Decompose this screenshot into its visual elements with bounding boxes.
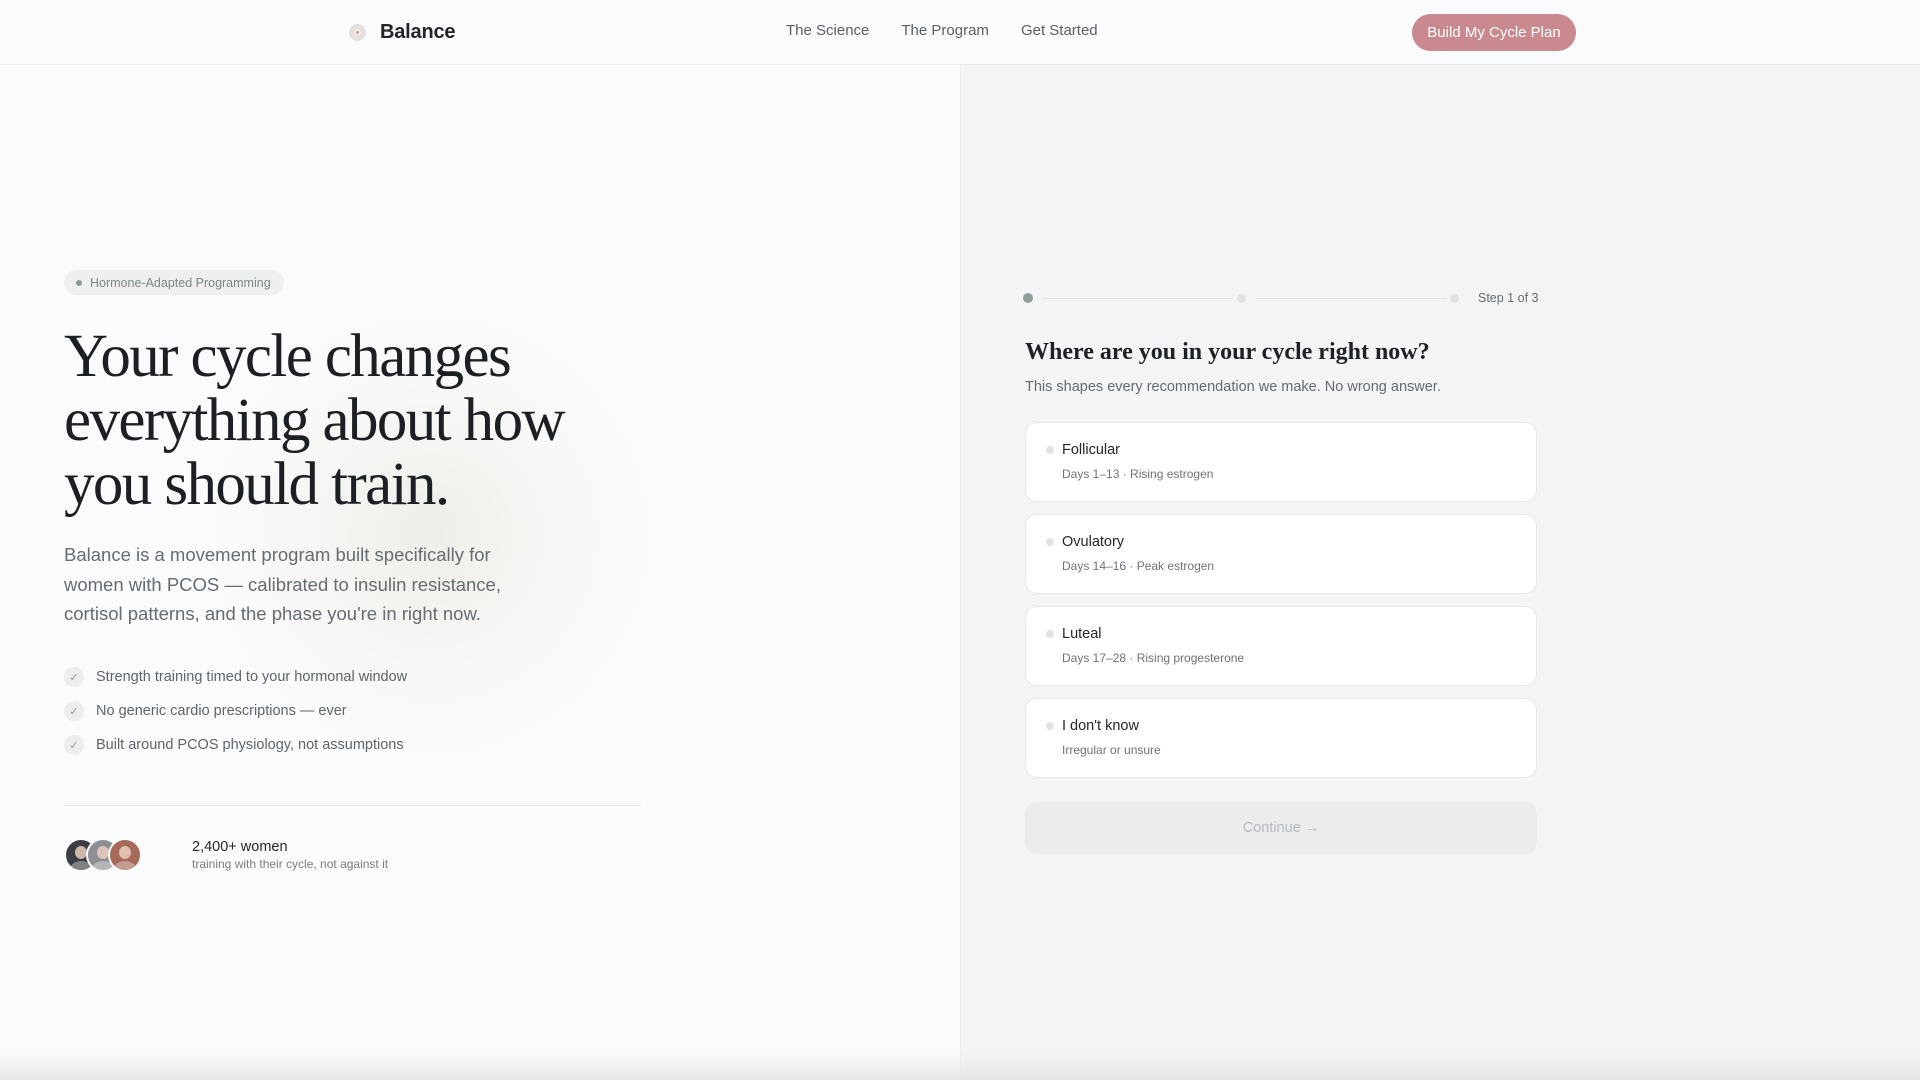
feature-text: Strength training timed to your hormonal… (96, 669, 408, 685)
step-dot (1237, 294, 1246, 303)
feature-item: ✓ No generic cardio prescriptions — ever (64, 700, 407, 722)
option-subtitle: Irregular or unsure (1062, 743, 1161, 757)
nav-link-program[interactable]: The Program (901, 22, 989, 39)
hero-title: Your cycle changes everything about how … (64, 325, 624, 517)
check-icon: ✓ (64, 667, 84, 687)
continue-button[interactable]: Continue → (1025, 802, 1537, 854)
radio-indicator-icon (1046, 630, 1054, 638)
quiz-question: Where are you in your cycle right now? (1025, 339, 1430, 365)
option-ovulatory[interactable]: Ovulatory Days 14–16 · Peak estrogen (1025, 514, 1537, 594)
badge-dot-icon (76, 279, 82, 286)
cycle-quiz-panel: Where are you in your cycle right now? T… (960, 65, 1920, 1080)
option-title: I don't know (1062, 718, 1139, 734)
check-icon: ✓ (64, 701, 84, 721)
step-indicator-label: Step 1 of 3 (1478, 291, 1539, 305)
social-proof-count: 2,400+ women (192, 839, 288, 855)
feature-text: No generic cardio prescriptions — ever (96, 703, 347, 719)
step-dot (1450, 294, 1459, 303)
hero-description: Balance is a movement program built spec… (64, 544, 501, 624)
social-proof-subtitle: training with their cycle, not against i… (192, 857, 389, 871)
nav-link-science[interactable]: The Science (786, 22, 869, 39)
hero-title-line: everything about how (64, 387, 566, 454)
brand-icon (349, 23, 366, 41)
divider (64, 805, 641, 806)
bottom-fade (0, 1052, 1920, 1080)
social-proof-text: 2,400+ women training with their cycle, … (192, 839, 388, 871)
option-unknown[interactable]: I don't know Irregular or unsure (1025, 698, 1537, 778)
option-subtitle: Days 1–13 · Rising estrogen (1062, 467, 1214, 481)
feature-item: ✓ Built around PCOS physiology, not assu… (64, 734, 407, 756)
avatar (108, 838, 142, 872)
option-subtitle: Days 17–28 · Rising progesterone (1062, 651, 1245, 665)
hero-title-line: Your cycle changes (64, 323, 512, 390)
radio-indicator-icon (1046, 722, 1054, 730)
radio-indicator-icon (1046, 538, 1054, 546)
hero-section: Hormone-Adapted Programming Your cycle c… (0, 65, 960, 1080)
social-proof: 2,400+ women training with their cycle, … (64, 838, 388, 872)
step-dot-active (1023, 293, 1033, 303)
hero-title-line: you should train. (64, 451, 450, 518)
quiz-subtitle: This shapes every recommendation we make… (1025, 379, 1441, 395)
radio-indicator-icon (1046, 446, 1054, 454)
option-title: Luteal (1062, 626, 1102, 642)
brand-name: Balance (380, 20, 456, 43)
main-nav: The Science The Program Get Started (786, 22, 1098, 39)
step-connector (1043, 298, 1233, 299)
hero-badge-label: Hormone-Adapted Programming (90, 275, 271, 290)
nav-link-get-started[interactable]: Get Started (1021, 22, 1098, 39)
feature-item: ✓ Strength training timed to your hormon… (64, 666, 407, 688)
check-icon: ✓ (64, 735, 84, 755)
option-luteal[interactable]: Luteal Days 17–28 · Rising progesterone (1025, 606, 1537, 686)
step-connector (1255, 298, 1447, 299)
option-title: Follicular (1062, 442, 1121, 458)
hero-badge: Hormone-Adapted Programming (64, 270, 284, 295)
avatar-stack (64, 838, 172, 872)
cycle-phase-options: Follicular Days 1–13 · Rising estrogen O… (1025, 422, 1537, 790)
option-title: Ovulatory (1062, 534, 1125, 550)
step-progress (1023, 292, 1537, 306)
brand-logo[interactable]: Balance (349, 18, 456, 46)
build-cycle-plan-button[interactable]: Build My Cycle Plan (1412, 14, 1576, 51)
feature-list: ✓ Strength training timed to your hormon… (64, 666, 407, 768)
feature-text: Built around PCOS physiology, not assump… (96, 737, 404, 753)
option-follicular[interactable]: Follicular Days 1–13 · Rising estrogen (1025, 422, 1537, 502)
option-subtitle: Days 14–16 · Peak estrogen (1062, 559, 1215, 573)
top-navbar: Balance The Science The Program Get Star… (0, 0, 1920, 65)
